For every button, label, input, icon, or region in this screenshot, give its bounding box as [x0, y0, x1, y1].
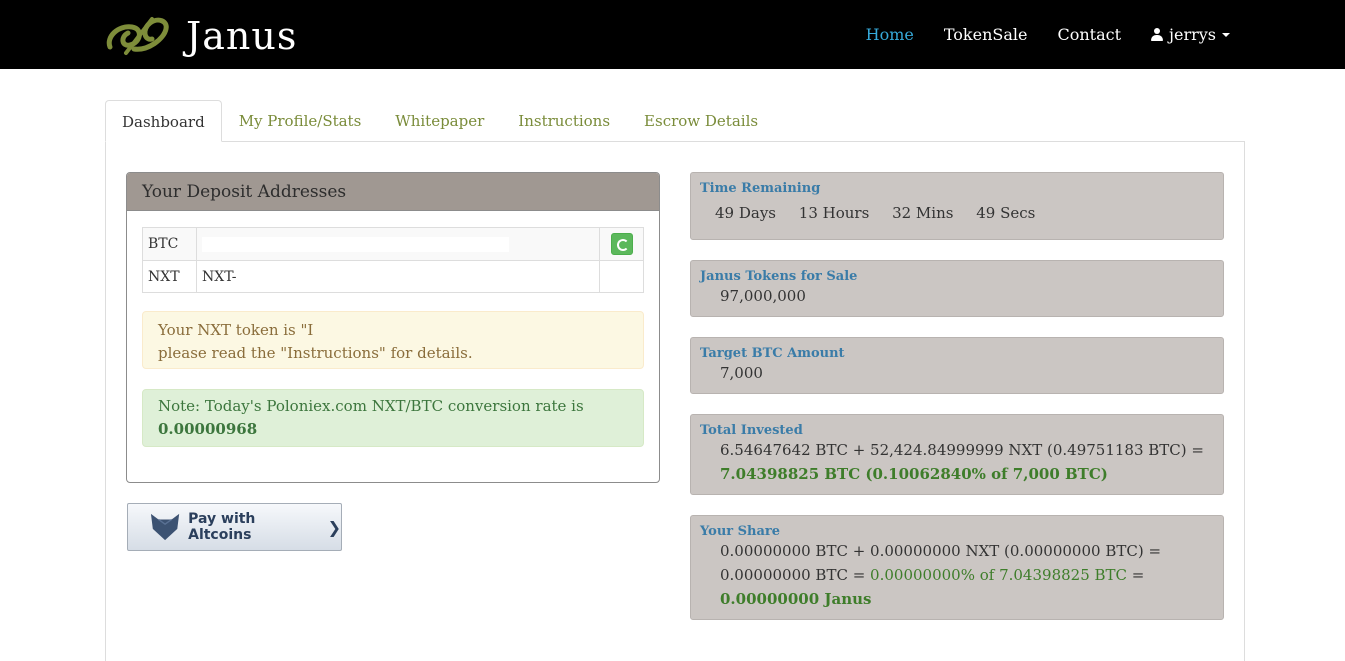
tokens-for-sale-value: 97,000,000 [720, 287, 806, 305]
user-name: jerrys [1169, 25, 1216, 44]
redacted-address [202, 236, 509, 252]
empty-cell [599, 260, 644, 293]
nav-home[interactable]: Home [866, 25, 914, 44]
refresh-cell [599, 227, 644, 261]
your-share-breakdown: 0.00000000 BTC + 0.00000000 NXT (0.00000… [720, 542, 1162, 560]
tokens-for-sale-box: Janus Tokens for Sale 97,000,000 [690, 260, 1224, 317]
tab-dashboard[interactable]: Dashboard [105, 100, 222, 142]
janus-logo-icon [106, 17, 169, 55]
target-btc-value: 7,000 [720, 364, 763, 382]
equals-sign: = [1127, 566, 1145, 584]
navbar: Janus Home TokenSale Contact jerrys [0, 0, 1345, 69]
currency-label: NXT [142, 260, 197, 293]
time-remaining-title: Time Remaining [700, 181, 821, 196]
refresh-address-button[interactable] [610, 233, 633, 255]
conversion-rate-value: 0.00000968 [158, 420, 258, 438]
caret-down-icon [1222, 33, 1230, 37]
brand[interactable]: Janus [104, 12, 297, 60]
countdown-days: 49 Days [715, 204, 776, 222]
tab-profile-stats[interactable]: My Profile/Stats [222, 100, 379, 142]
chevron-right-icon: ❯ [327, 517, 341, 537]
nxt-address[interactable]: NXT- [196, 260, 600, 293]
main-nav: Home TokenSale Contact jerrys [836, 0, 1230, 69]
nxt-token-alert: Your NXT token is "I please read the "In… [142, 311, 644, 369]
your-share-percent: 0.00000000% of 7.04398825 BTC [870, 566, 1128, 584]
tab-escrow-details[interactable]: Escrow Details [627, 100, 775, 142]
conversion-rate-label: Note: Today's Poloniex.com NXT/BTC conve… [158, 397, 584, 415]
table-row: NXT NXT- [142, 260, 644, 293]
total-invested-title: Total Invested [700, 423, 803, 438]
total-invested-total: 7.04398825 BTC (0.10062840% of 7,000 BTC… [720, 465, 1108, 483]
tab-instructions[interactable]: Instructions [501, 100, 627, 142]
target-btc-title: Target BTC Amount [700, 346, 845, 361]
deposit-panel: Your Deposit Addresses BTC NXT NXT- Your… [126, 172, 660, 483]
countdown: 49 Days 13 Hours 32 Mins 49 Secs [715, 204, 1053, 222]
instructions-note: please read the "Instructions" for detai… [158, 344, 473, 362]
countdown-hours: 13 Hours [798, 204, 870, 222]
total-invested-box: Total Invested 6.54647642 BTC + 52,424.8… [690, 414, 1224, 495]
deposit-address-table: BTC NXT NXT- [142, 227, 644, 293]
pay-button-label: Pay with Altcoins [188, 511, 256, 543]
your-share-percent-line: 0.00000000 BTC = 0.00000000% of 7.043988… [720, 566, 1144, 584]
user-icon [1151, 28, 1164, 41]
currency-label: BTC [142, 227, 197, 261]
brand-name: Janus [186, 14, 298, 58]
deposit-panel-title: Your Deposit Addresses [127, 173, 659, 211]
countdown-mins: 32 Mins [892, 204, 954, 222]
time-remaining-box: Time Remaining 49 Days 13 Hours 32 Mins … [690, 172, 1224, 240]
user-menu[interactable]: jerrys [1151, 25, 1230, 44]
your-share-box: Your Share 0.00000000 BTC + 0.00000000 N… [690, 515, 1224, 620]
your-share-btc: 0.00000000 BTC = [720, 566, 871, 584]
nav-contact[interactable]: Contact [1057, 25, 1121, 44]
total-invested-breakdown: 6.54647642 BTC + 52,424.84999999 NXT (0.… [720, 441, 1204, 459]
tab-bar: Dashboard My Profile/Stats Whitepaper In… [105, 100, 775, 142]
your-share-title: Your Share [700, 524, 781, 539]
target-btc-box: Target BTC Amount 7,000 [690, 337, 1224, 394]
pay-with-altcoins-button[interactable]: Pay with Altcoins ❯ [127, 503, 342, 551]
countdown-secs: 49 Secs [976, 204, 1036, 222]
btc-address[interactable] [196, 227, 600, 261]
conversion-rate-alert: Note: Today's Poloniex.com NXT/BTC conve… [142, 389, 644, 447]
your-share-janus: 0.00000000 Janus [720, 590, 872, 608]
fox-icon [150, 513, 180, 541]
nxt-token-line: Your NXT token is "I [158, 321, 314, 339]
nav-tokensale[interactable]: TokenSale [944, 25, 1028, 44]
table-row: BTC [142, 227, 644, 261]
tokens-for-sale-title: Janus Tokens for Sale [700, 269, 858, 284]
tab-whitepaper[interactable]: Whitepaper [378, 100, 501, 142]
